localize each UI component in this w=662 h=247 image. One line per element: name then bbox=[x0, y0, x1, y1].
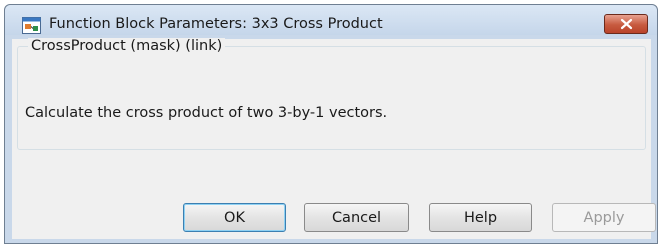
apply-button[interactable]: Apply bbox=[552, 203, 656, 232]
close-button[interactable] bbox=[604, 14, 648, 34]
mask-group-label: CrossProduct (mask) (link) bbox=[28, 38, 226, 54]
ok-button[interactable]: OK bbox=[183, 203, 286, 232]
simulink-block-icon bbox=[22, 17, 41, 34]
dialog-window: Function Block Parameters: 3x3 Cross Pro… bbox=[4, 4, 658, 244]
close-icon bbox=[620, 15, 633, 34]
window-title: Function Block Parameters: 3x3 Cross Pro… bbox=[49, 16, 383, 32]
title-bar[interactable]: Function Block Parameters: 3x3 Cross Pro… bbox=[5, 5, 657, 35]
block-description: Calculate the cross product of two 3-by-… bbox=[25, 105, 388, 121]
mask-description-group: CrossProduct (mask) (link) bbox=[17, 38, 646, 150]
dialog-content: CrossProduct (mask) (link) Calculate the… bbox=[12, 38, 656, 239]
cancel-button[interactable]: Cancel bbox=[304, 203, 409, 232]
help-button[interactable]: Help bbox=[429, 203, 532, 232]
